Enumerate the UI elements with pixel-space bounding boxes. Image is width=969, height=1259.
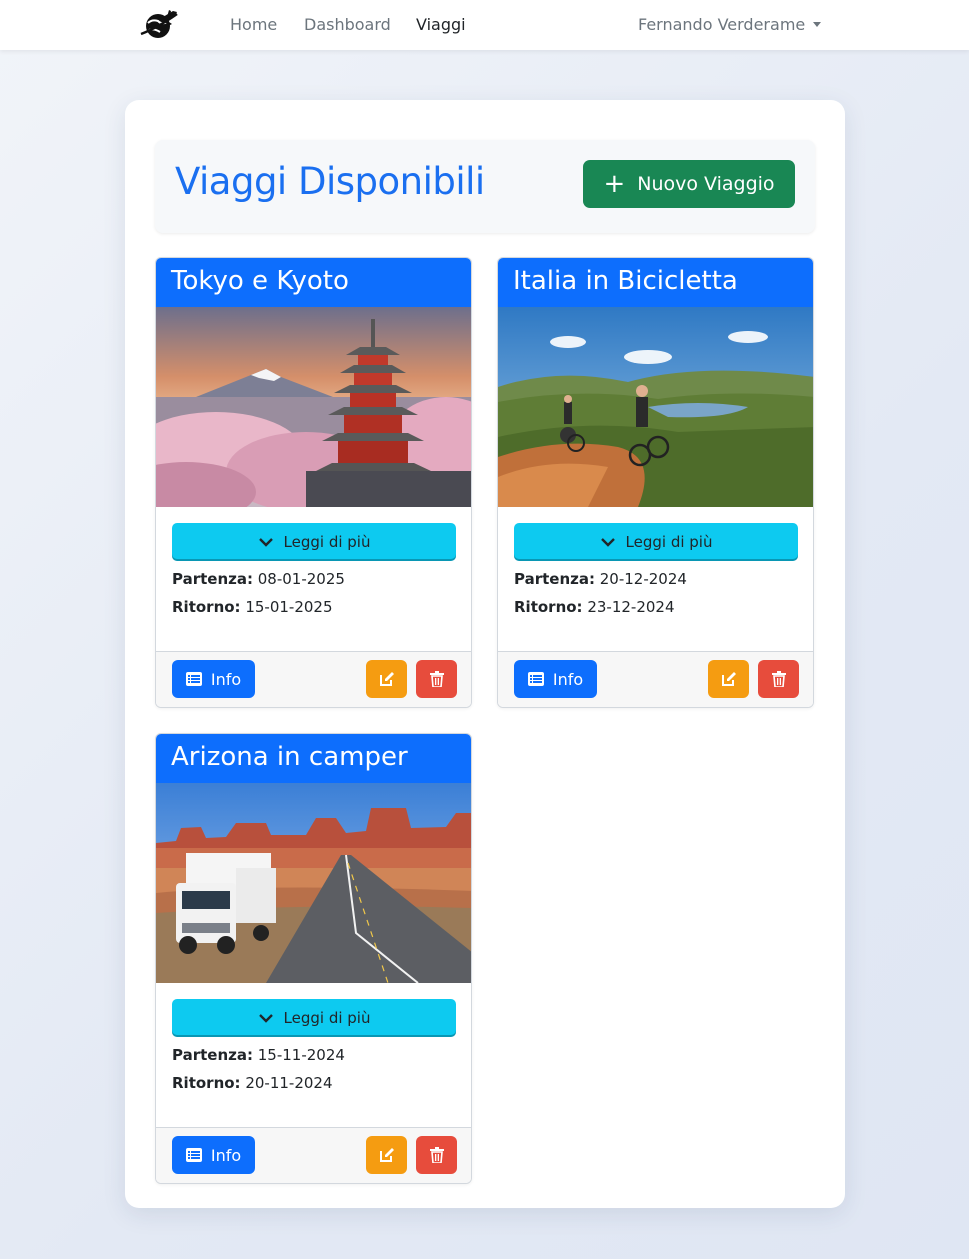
read-more-button[interactable]: Leggi di più bbox=[172, 523, 456, 561]
trip-title: Arizona in camper bbox=[156, 734, 471, 783]
trip-card-arizona: Arizona in camper Leggi di più Partenza:… bbox=[155, 733, 472, 1184]
departure-date: 20-12-2024 bbox=[599, 570, 687, 588]
plane-globe-logo[interactable] bbox=[139, 8, 181, 42]
read-more-label: Leggi di più bbox=[283, 1009, 371, 1027]
info-label: Info bbox=[210, 1145, 242, 1165]
navbar: Home Dashboard Viaggi Fernando Verderame bbox=[0, 0, 969, 50]
info-label: Info bbox=[552, 669, 584, 689]
caret-down-icon bbox=[813, 22, 822, 27]
read-more-button[interactable]: Leggi di più bbox=[172, 999, 456, 1037]
departure-row: Partenza: 08-01-2025 bbox=[172, 570, 455, 589]
edit-button[interactable] bbox=[708, 660, 749, 698]
departure-label: Partenza: bbox=[172, 1046, 253, 1064]
trip-image-tokyo bbox=[156, 307, 471, 507]
edit-button[interactable] bbox=[366, 1136, 407, 1174]
trash-icon bbox=[429, 671, 444, 687]
read-more-label: Leggi di più bbox=[283, 533, 371, 551]
card-body: Leggi di più Partenza: 15-11-2024 Ritorn… bbox=[156, 983, 471, 1129]
nav-link-home[interactable]: Home bbox=[230, 15, 277, 34]
read-more-button[interactable]: Leggi di più bbox=[514, 523, 798, 561]
departure-date: 15-11-2024 bbox=[257, 1046, 345, 1064]
plus-icon: + bbox=[603, 169, 626, 199]
nav-link-viaggi[interactable]: Viaggi bbox=[416, 15, 466, 34]
trip-title: Italia in Bicicletta bbox=[498, 258, 813, 307]
return-date: 20-11-2024 bbox=[245, 1074, 333, 1092]
trip-card-italia: Italia in Bicicletta Leggi di più Parten… bbox=[497, 257, 814, 708]
info-label: Info bbox=[210, 669, 242, 689]
edit-icon bbox=[721, 672, 736, 686]
trip-image-italia bbox=[498, 307, 813, 507]
delete-button[interactable] bbox=[416, 660, 457, 698]
edit-button[interactable] bbox=[366, 660, 407, 698]
chevron-down-icon bbox=[258, 1014, 273, 1023]
departure-row: Partenza: 20-12-2024 bbox=[514, 570, 797, 589]
return-row: Ritorno: 15-01-2025 bbox=[172, 598, 455, 617]
return-date: 23-12-2024 bbox=[587, 598, 675, 616]
departure-label: Partenza: bbox=[172, 570, 253, 588]
chevron-down-icon bbox=[600, 538, 615, 547]
trip-card-tokyo: Tokyo e Kyoto Leggi di più Partenza: 08-… bbox=[155, 257, 472, 708]
edit-icon bbox=[379, 672, 394, 686]
info-button[interactable]: Info bbox=[172, 1136, 255, 1174]
return-row: Ritorno: 20-11-2024 bbox=[172, 1074, 455, 1093]
new-trip-label: Nuovo Viaggio bbox=[637, 173, 775, 195]
card-body: Leggi di più Partenza: 20-12-2024 Ritorn… bbox=[498, 507, 813, 653]
return-label: Ritorno: bbox=[172, 1074, 241, 1092]
return-row: Ritorno: 23-12-2024 bbox=[514, 598, 797, 617]
page-header: Viaggi Disponibili + Nuovo Viaggio bbox=[155, 140, 815, 233]
trash-icon bbox=[429, 1147, 444, 1163]
card-body: Leggi di più Partenza: 08-01-2025 Ritorn… bbox=[156, 507, 471, 653]
edit-icon bbox=[379, 1148, 394, 1162]
trip-image-arizona bbox=[156, 783, 471, 983]
return-label: Ritorno: bbox=[172, 598, 241, 616]
user-name: Fernando Verderame bbox=[638, 15, 806, 34]
departure-label: Partenza: bbox=[514, 570, 595, 588]
delete-button[interactable] bbox=[758, 660, 799, 698]
chevron-down-icon bbox=[258, 538, 273, 547]
new-trip-button[interactable]: + Nuovo Viaggio bbox=[583, 160, 795, 208]
return-date: 15-01-2025 bbox=[245, 598, 333, 616]
info-button[interactable]: Info bbox=[514, 660, 597, 698]
departure-date: 08-01-2025 bbox=[257, 570, 345, 588]
read-more-label: Leggi di più bbox=[625, 533, 713, 551]
delete-button[interactable] bbox=[416, 1136, 457, 1174]
card-footer: Info bbox=[498, 651, 813, 707]
trip-title: Tokyo e Kyoto bbox=[156, 258, 471, 307]
departure-row: Partenza: 15-11-2024 bbox=[172, 1046, 455, 1065]
trash-icon bbox=[771, 671, 786, 687]
return-label: Ritorno: bbox=[514, 598, 583, 616]
card-footer: Info bbox=[156, 651, 471, 707]
nav-link-dashboard[interactable]: Dashboard bbox=[304, 15, 391, 34]
list-icon bbox=[185, 1148, 202, 1162]
user-dropdown[interactable]: Fernando Verderame bbox=[638, 15, 822, 34]
card-footer: Info bbox=[156, 1127, 471, 1183]
list-icon bbox=[527, 672, 544, 686]
page-title: Viaggi Disponibili bbox=[175, 160, 485, 203]
list-icon bbox=[185, 672, 202, 686]
main-container: Viaggi Disponibili + Nuovo Viaggio Tokyo… bbox=[125, 100, 845, 1208]
info-button[interactable]: Info bbox=[172, 660, 255, 698]
